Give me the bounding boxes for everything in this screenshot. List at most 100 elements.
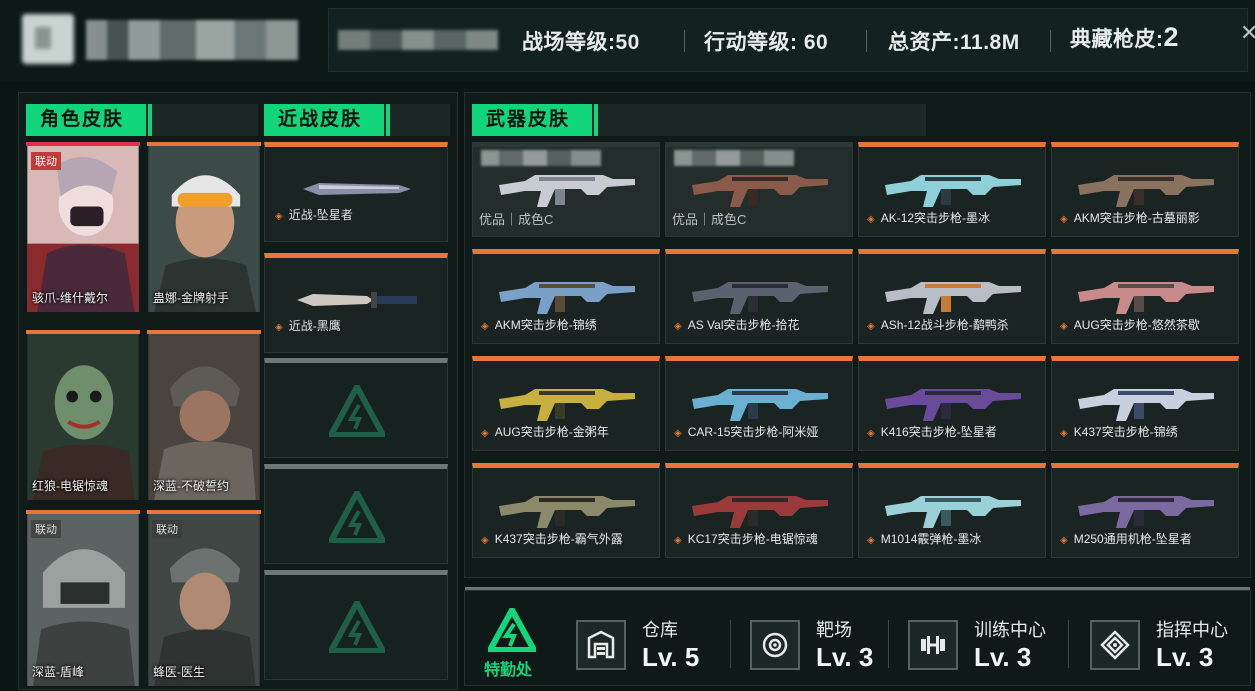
weapon-image (692, 389, 828, 421)
empty-slot-logo-icon (329, 491, 385, 543)
weapon-skin-card[interactable]: 优品｜成色C (665, 142, 853, 237)
character-card[interactable]: 蛊娜-金牌射手 (147, 142, 261, 312)
empty-slot-logo-icon (329, 385, 385, 437)
weapon-image (885, 282, 1021, 314)
weapon-name-text: AK-12突击步枪-墨冰 (880, 211, 991, 225)
facility-divider (1068, 620, 1069, 668)
weapon-image (499, 389, 635, 421)
weapon-image (885, 175, 1021, 207)
facility-name: 训练中心 (974, 620, 1046, 640)
rarity-diamond-icon: ◈ (481, 535, 489, 546)
weapon-skin-card[interactable]: ◈ AKM突击步枪-古墓丽影 (1051, 142, 1239, 237)
dumbbell-icon (908, 620, 958, 670)
rarity-diamond-icon: ◈ (1060, 321, 1068, 332)
weapon-name-text: M1014霰弹枪-墨冰 (880, 532, 982, 546)
command-icon (1090, 620, 1140, 670)
rarity-diamond-icon: ◈ (481, 321, 489, 332)
weapon-skin-card[interactable]: ◈ KC17突击步枪-电锯惊魂 (665, 463, 853, 558)
character-portrait (148, 334, 260, 500)
weapon-skin-card[interactable]: ◈ CAR-15突击步枪-阿米娅 (665, 356, 853, 451)
weapon-name-text: K437突击步枪-锦绣 (1073, 425, 1178, 439)
character-card[interactable]: 联动 蜂医-医生 (147, 510, 261, 686)
player-id-redacted (338, 30, 498, 50)
rarity-diamond-icon: ◈ (674, 428, 682, 439)
special-ops-logo-icon (488, 608, 536, 652)
weapon-image (1078, 175, 1214, 207)
weapon-name-text: ASh-12战斗步枪-鹬鸭杀 (880, 318, 1009, 332)
weapon-skin-card[interactable]: ◈ AUG突击步枪-悠然茶歇 (1051, 249, 1239, 344)
rarity-diamond-icon: ◈ (867, 321, 875, 332)
weapon-name-text: K437突击步枪-霸气外露 (494, 532, 623, 546)
melee-empty-slot (264, 570, 448, 680)
collab-badge: 联动 (31, 152, 61, 170)
weapon-skin-card[interactable]: ◈ AK-12突击步枪-墨冰 (858, 142, 1046, 237)
rarity-diamond-icon: ◈ (867, 214, 875, 225)
character-card[interactable]: 深蓝-不破誓约 (147, 330, 261, 500)
weapon-image (885, 389, 1021, 421)
facility-level: Lv. 3 (974, 642, 1032, 672)
weapon-skin-card[interactable]: ◈ M250通用机枪-坠星者 (1051, 463, 1239, 558)
tab-label: 近战皮肤 (264, 104, 390, 136)
weapon-name: ◈ M1014霰弹枪-墨冰 (867, 530, 981, 547)
weapon-name-text: AUG突击步枪-悠然茶歇 (1073, 318, 1200, 332)
tab-melee-skins[interactable]: 近战皮肤 (264, 104, 450, 136)
weapon-name-text: AKM突击步枪-锦绣 (494, 318, 597, 332)
melee-weapon-image (297, 292, 417, 308)
facility-level: Lv. 3 (1156, 642, 1214, 672)
weapon-name: ◈ K437突击步枪-锦绣 (1060, 423, 1178, 440)
character-card[interactable]: 联动 骇爪-维什戴尔 (26, 142, 140, 312)
stat-collection-skins: 典藏枪皮:2 (1070, 22, 1180, 52)
character-name: 红狼-电锯惊魂 (32, 479, 108, 493)
weapon-name-text: KC17突击步枪-电锯惊魂 (687, 532, 818, 546)
weapon-skin-card[interactable]: ◈ K437突击步枪-锦绣 (1051, 356, 1239, 451)
melee-name: ◈ 近战-坠星者 (275, 208, 353, 222)
weapon-skin-card[interactable]: ◈ K416突击步枪-坠星者 (858, 356, 1046, 451)
stat-divider (866, 30, 867, 52)
character-card[interactable]: 联动 深蓝-盾峰 (26, 510, 140, 686)
weapon-skin-card[interactable]: ◈ ASh-12战斗步枪-鹬鸭杀 (858, 249, 1046, 344)
weapon-name-text: AKM突击步枪-古墓丽影 (1073, 211, 1200, 225)
stat-battlefield-level: 战场等级:50 (522, 31, 640, 54)
facility-name: 仓库 (642, 620, 678, 640)
weapon-image (692, 282, 828, 314)
character-card[interactable]: 红狼-电锯惊魂 (26, 330, 140, 500)
weapon-image (499, 496, 635, 528)
melee-card[interactable]: ◈ 近战-坠星者 (264, 142, 448, 242)
weapon-name: ◈ AKM突击步枪-古墓丽影 (1060, 209, 1200, 226)
character-portrait (27, 146, 139, 312)
weapon-image (499, 175, 635, 207)
weapon-skin-card[interactable]: ◈ M1014霰弹枪-墨冰 (858, 463, 1046, 558)
collab-badge: 联动 (152, 520, 182, 538)
collab-badge: 联动 (31, 520, 61, 538)
facility-level: Lv. 3 (816, 642, 874, 672)
player-name-redacted (86, 20, 298, 60)
weapon-skin-card[interactable]: ◈ AUG突击步枪-金粥年 (472, 356, 660, 451)
weapon-skin-card[interactable]: ◈ AS Val突击步枪-拾花 (665, 249, 853, 344)
weapon-image (1078, 282, 1214, 314)
character-name: 深蓝-盾峰 (32, 665, 84, 679)
melee-card[interactable]: ◈ 近战-黑鹰 (264, 253, 448, 353)
close-icon[interactable]: ✕ (1240, 20, 1255, 46)
weapon-image (692, 175, 828, 207)
rarity-diamond-icon: ◈ (1060, 428, 1068, 439)
character-portrait (148, 514, 260, 686)
character-portrait (148, 146, 260, 312)
facility-divider (888, 620, 889, 668)
weapon-skin-card[interactable]: 优品｜成色C (472, 142, 660, 237)
player-avatar (22, 14, 74, 64)
weapon-image (885, 496, 1021, 528)
tab-label: 武器皮肤 (472, 104, 598, 136)
character-name: 骇爪-维什戴尔 (32, 291, 108, 305)
tab-character-skins[interactable]: 角色皮肤 (26, 104, 258, 136)
weapon-skin-card[interactable]: ◈ K437突击步枪-霸气外露 (472, 463, 660, 558)
warehouse-icon (576, 620, 626, 670)
special-ops-button[interactable]: 特勤处 (480, 604, 544, 682)
weapon-name: ◈ CAR-15突击步枪-阿米娅 (674, 423, 818, 440)
weapon-image (1078, 389, 1214, 421)
tab-weapon-skins[interactable]: 武器皮肤 (472, 104, 926, 136)
weapon-name-text: AS Val突击步枪-拾花 (687, 318, 800, 332)
weapon-name: ◈ AS Val突击步枪-拾花 (674, 316, 800, 333)
stat-total-assets: 总资产:11.8M (888, 31, 1020, 54)
weapon-quality: 优品｜成色C (672, 212, 747, 227)
weapon-skin-card[interactable]: ◈ AKM突击步枪-锦绣 (472, 249, 660, 344)
